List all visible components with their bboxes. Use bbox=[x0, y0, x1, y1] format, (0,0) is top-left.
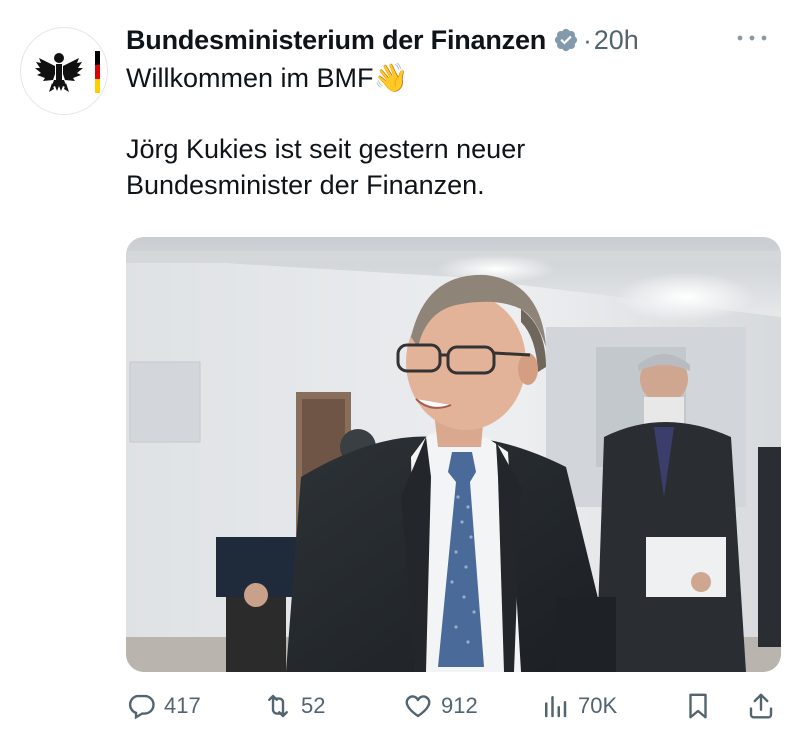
tweet-header: Bundesministerium der Finanzen · 20h bbox=[126, 20, 639, 60]
federal-eagle-icon bbox=[35, 51, 100, 93]
more-options-icon[interactable] bbox=[732, 28, 776, 48]
photo-image bbox=[126, 237, 781, 672]
header-separator: · bbox=[583, 24, 592, 55]
reply-button[interactable]: 417 bbox=[126, 686, 201, 726]
views-count: 70K bbox=[578, 693, 618, 718]
tweet-text-line: Willkommen im BMF👋 bbox=[126, 60, 766, 96]
like-button[interactable]: 912 bbox=[403, 686, 478, 726]
share-button[interactable] bbox=[746, 686, 776, 726]
reply-icon bbox=[128, 694, 155, 720]
tweet-text-line: Bundesminister der Finanzen. bbox=[126, 170, 485, 200]
like-count: 912 bbox=[441, 693, 478, 718]
tweet-photo[interactable] bbox=[126, 237, 781, 672]
like-icon bbox=[405, 695, 431, 718]
tweet-text-line: Jörg Kukies ist seit gestern neuer bbox=[126, 134, 526, 164]
author-name[interactable]: Bundesministerium der Finanzen bbox=[126, 25, 546, 56]
views-button[interactable]: 70K bbox=[540, 686, 617, 726]
timestamp[interactable]: 20h bbox=[594, 25, 639, 56]
greeting-text: Willkommen im BMF bbox=[126, 63, 374, 93]
bookmark-icon bbox=[689, 693, 707, 719]
avatar[interactable] bbox=[20, 27, 108, 115]
repost-icon bbox=[268, 694, 288, 718]
repost-button[interactable]: 52 bbox=[263, 686, 325, 726]
tweet-text: Willkommen im BMF👋 Jörg Kukies ist seit … bbox=[126, 60, 766, 203]
waving-hand-emoji: 👋 bbox=[373, 62, 409, 93]
repost-count: 52 bbox=[301, 693, 326, 718]
verified-badge-icon[interactable] bbox=[553, 27, 579, 53]
reply-count: 417 bbox=[164, 693, 201, 718]
tweet: Bundesministerium der Finanzen · 20h Wil… bbox=[0, 0, 800, 730]
tweet-actions: 417 52 912 70K bbox=[126, 686, 786, 726]
bookmark-button[interactable] bbox=[683, 686, 713, 726]
views-icon bbox=[545, 696, 567, 718]
share-icon bbox=[749, 693, 773, 719]
